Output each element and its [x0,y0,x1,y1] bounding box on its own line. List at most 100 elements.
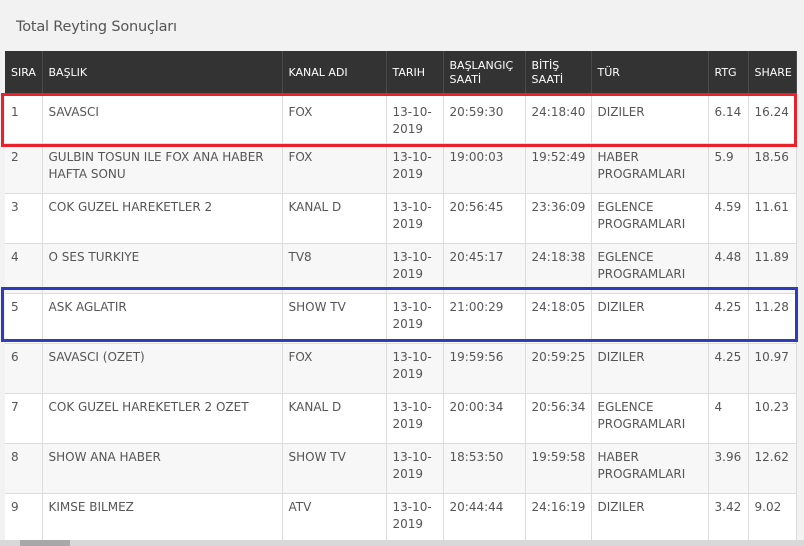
column-header-tarih[interactable]: TARIH [386,51,444,94]
cell-start-time: 19:00:03 [443,143,526,194]
cell-start-time: 18:53:50 [443,443,526,494]
cell-rtg: 4 [708,393,749,444]
table-row: 3 COK GUZEL HAREKETLER 2 KANAL D 13-10-2… [5,193,797,244]
cell-genre: EGLENCE PROGRAMLARI [591,393,709,444]
cell-share: 16.24 [748,94,797,144]
cell-start-time: 20:44:44 [443,493,526,544]
cell-title: COK GUZEL HAREKETLER 2 OZET [42,393,283,444]
cell-start-time: 21:00:29 [443,293,526,344]
cell-end-time: 20:56:34 [525,393,592,444]
cell-date: 13-10-2019 [386,193,444,244]
cell-end-time: 20:59:25 [525,343,592,394]
cell-date: 13-10-2019 [386,443,444,494]
cell-channel: SHOW TV [282,293,387,344]
cell-rtg: 3.42 [708,493,749,544]
cell-date: 13-10-2019 [386,293,444,344]
cell-rtg: 3.96 [708,443,749,494]
cell-rank: 2 [5,143,43,194]
table-row: 8 SHOW ANA HABER SHOW TV 13-10-2019 18:5… [5,443,797,494]
cell-end-time: 24:18:40 [525,94,592,144]
column-header-rtg[interactable]: RTG [708,51,749,94]
table-row: 4 O SES TURKIYE TV8 13-10-2019 20:45:17 … [5,243,797,294]
cell-genre: EGLENCE PROGRAMLARI [591,243,709,294]
column-header-share[interactable]: SHARE [748,51,797,94]
cell-rank: 4 [5,243,43,294]
cell-channel: FOX [282,343,387,394]
cell-rank: 7 [5,393,43,444]
cell-rank: 1 [5,94,43,144]
column-header-tur[interactable]: TÜR [591,51,709,94]
cell-title: O SES TURKIYE [42,243,283,294]
cell-genre: DIZILER [591,493,709,544]
column-header-sira[interactable]: SIRA [5,51,43,94]
cell-channel: TV8 [282,243,387,294]
cell-end-time: 19:59:58 [525,443,592,494]
cell-end-time: 24:18:05 [525,293,592,344]
table-row: 2 GULBIN TOSUN ILE FOX ANA HABER HAFTA S… [5,143,797,194]
table-row: 1 SAVASCI FOX 13-10-2019 20:59:30 24:18:… [5,94,797,144]
cell-channel: FOX [282,143,387,194]
cell-rank: 5 [5,293,43,344]
cell-channel: ATV [282,493,387,544]
cell-title: GULBIN TOSUN ILE FOX ANA HABER HAFTA SON… [42,143,283,194]
cell-genre: DIZILER [591,293,709,344]
cell-title: SHOW ANA HABER [42,443,283,494]
cell-rtg: 5.9 [708,143,749,194]
cell-genre: DIZILER [591,94,709,144]
cell-rtg: 6.14 [708,94,749,144]
cell-share: 11.89 [748,243,797,294]
horizontal-scrollbar[interactable] [0,540,804,546]
column-header-bitis-saati[interactable]: BİTİŞ SAATİ [525,51,592,94]
cell-share: 10.97 [748,343,797,394]
cell-date: 13-10-2019 [386,393,444,444]
cell-genre: EGLENCE PROGRAMLARI [591,193,709,244]
cell-title: COK GUZEL HAREKETLER 2 [42,193,283,244]
table-row: 7 COK GUZEL HAREKETLER 2 OZET KANAL D 13… [5,393,797,444]
cell-end-time: 24:16:19 [525,493,592,544]
ratings-table: SIRA BAŞLIK KANAL ADI TARIH BAŞLANGIÇ SA… [5,51,797,544]
cell-rank: 9 [5,493,43,544]
cell-share: 18.56 [748,143,797,194]
cell-end-time: 23:36:09 [525,193,592,244]
scrollbar-thumb[interactable] [20,540,70,546]
cell-start-time: 20:56:45 [443,193,526,244]
cell-start-time: 19:59:56 [443,343,526,394]
page-title: Total Reyting Sonuçları [16,19,177,35]
cell-start-time: 20:00:34 [443,393,526,444]
table-row: 6 SAVASCI (OZET) FOX 13-10-2019 19:59:56… [5,343,797,394]
cell-rtg: 4.25 [708,293,749,344]
cell-rank: 8 [5,443,43,494]
cell-date: 13-10-2019 [386,493,444,544]
cell-date: 13-10-2019 [386,243,444,294]
cell-end-time: 19:52:49 [525,143,592,194]
cell-end-time: 24:18:38 [525,243,592,294]
cell-start-time: 20:59:30 [443,94,526,144]
cell-channel: SHOW TV [282,443,387,494]
cell-rank: 6 [5,343,43,394]
cell-date: 13-10-2019 [386,343,444,394]
cell-share: 12.62 [748,443,797,494]
cell-share: 10.23 [748,393,797,444]
table-row: 9 KIMSE BILMEZ ATV 13-10-2019 20:44:44 2… [5,493,797,544]
cell-genre: HABER PROGRAMLARI [591,443,709,494]
cell-share: 11.61 [748,193,797,244]
cell-channel: FOX [282,94,387,144]
cell-genre: DIZILER [591,343,709,394]
cell-channel: KANAL D [282,393,387,444]
cell-rtg: 4.59 [708,193,749,244]
column-header-baslik[interactable]: BAŞLIK [42,51,283,94]
cell-title: SAVASCI [42,94,283,144]
cell-genre: HABER PROGRAMLARI [591,143,709,194]
column-header-baslangic-saati[interactable]: BAŞLANGIÇ SAATİ [443,51,526,94]
cell-title: SAVASCI (OZET) [42,343,283,394]
cell-rtg: 4.25 [708,343,749,394]
cell-title: ASK AGLATIR [42,293,283,344]
cell-share: 9.02 [748,493,797,544]
cell-rank: 3 [5,193,43,244]
cell-date: 13-10-2019 [386,94,444,144]
cell-share: 11.28 [748,293,797,344]
cell-date: 13-10-2019 [386,143,444,194]
column-header-kanal-adi[interactable]: KANAL ADI [282,51,387,94]
cell-start-time: 20:45:17 [443,243,526,294]
table-row: 5 ASK AGLATIR SHOW TV 13-10-2019 21:00:2… [5,293,797,344]
